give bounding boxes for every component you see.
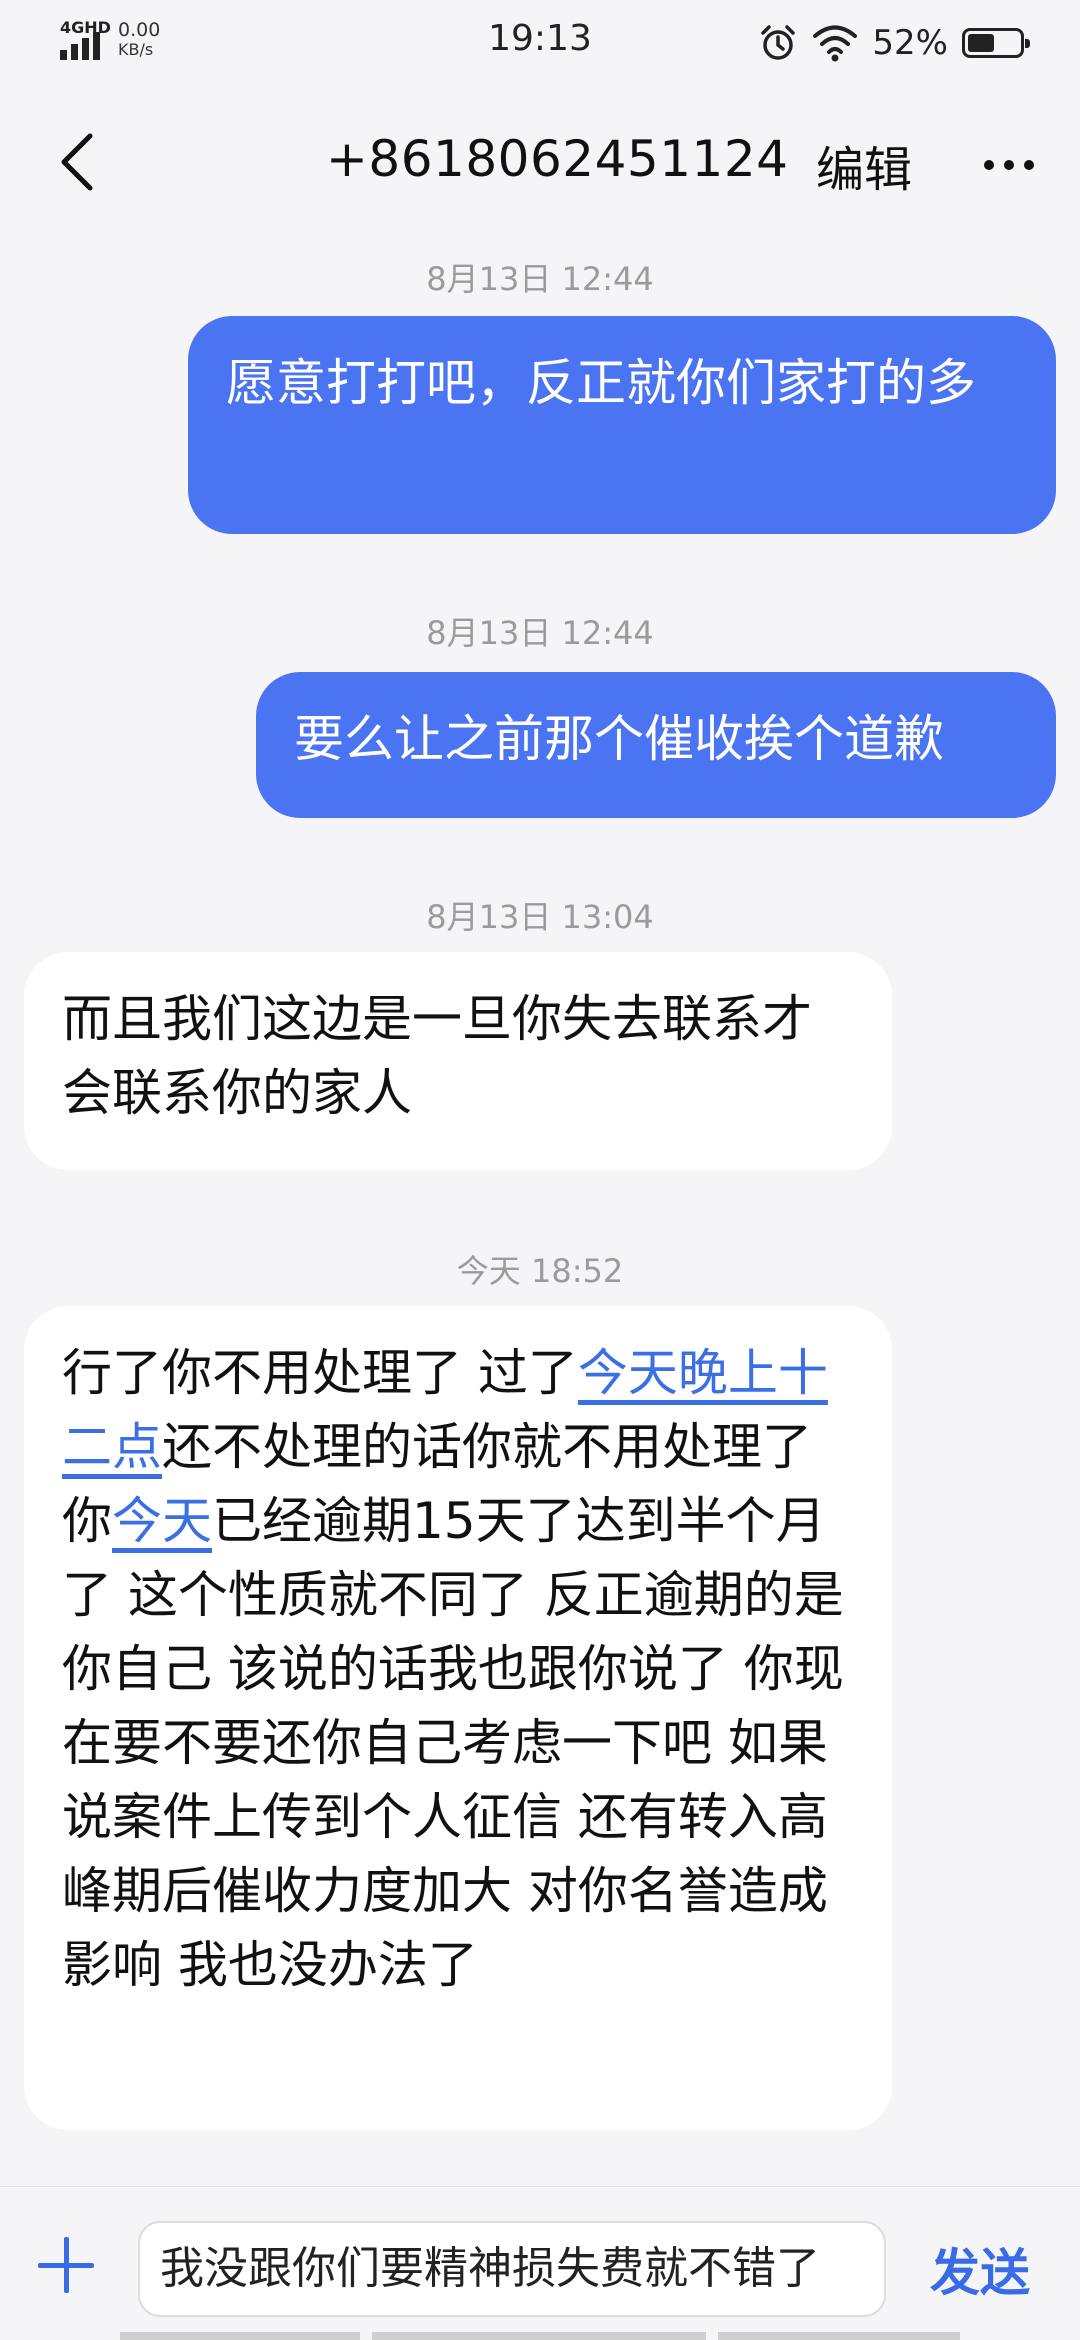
message-input[interactable]: 我没跟你们要精神损失费就不错了 [138, 2221, 886, 2317]
message-timestamp: 8月13日 12:44 [426, 260, 654, 298]
keyboard-edge [0, 2332, 1080, 2340]
incoming-message-bubble[interactable]: 而且我们这边是一旦你失去联系才会联系你的家人 [24, 952, 892, 1170]
more-dots-icon[interactable] [980, 148, 1040, 178]
battery-fill [968, 34, 994, 52]
battery-percent: 52% [872, 23, 948, 63]
message-timestamp: 8月13日 13:04 [426, 898, 654, 936]
status-right-group: 52% [758, 22, 1030, 64]
send-button[interactable]: 发送 [930, 2233, 1030, 2305]
message-list[interactable]: 8月13日 12:44 愿意打打吧，反正就你们家打的多 8月13日 12:44 … [0, 238, 1080, 2186]
keyboard-edge-segment [718, 2332, 960, 2340]
edit-button[interactable]: 编辑 [816, 130, 912, 200]
wifi-icon [813, 25, 858, 62]
chevron-left-icon[interactable] [50, 126, 110, 196]
message-text: 已经逾期15天了达到半个月了 这个性质就不同了 反正逾期的是你自己 该说的话我也… [62, 1492, 844, 1994]
outgoing-message-bubble[interactable]: 要么让之前那个催收挨个道歉 [256, 672, 1056, 818]
date-link[interactable]: 今天 [112, 1492, 212, 1550]
outgoing-message-bubble[interactable]: 愿意打打吧，反正就你们家打的多 [188, 316, 1056, 534]
more-dot [984, 160, 994, 170]
incoming-message-bubble[interactable]: 行了你不用处理了 过了今天晚上十二点还不处理的话你就不用处理了 你今天已经逾期1… [24, 1306, 892, 2130]
keyboard-edge-segment [372, 2332, 706, 2340]
battery-nub [1025, 39, 1030, 48]
compose-bar: 我没跟你们要精神损失费就不错了 发送 [0, 2186, 1080, 2340]
message-timestamp: 今天 18:52 [456, 1252, 624, 1290]
plus-icon[interactable] [38, 2235, 98, 2295]
contact-number-title: +8618062451124 [326, 130, 789, 188]
sms-conversation-screen: 4GHD 0.00 KB/s 19:13 52% +8618062451124 … [0, 0, 1080, 2340]
status-bar: 4GHD 0.00 KB/s 19:13 52% [0, 0, 1080, 90]
battery-icon [962, 28, 1030, 58]
message-timestamp: 8月13日 12:44 [426, 614, 654, 652]
more-dot [1024, 160, 1034, 170]
alarm-icon [761, 25, 796, 60]
more-dot [1004, 160, 1014, 170]
keyboard-edge-segment [120, 2332, 360, 2340]
conversation-header: +8618062451124 编辑 [0, 90, 1080, 238]
message-text: 行了你不用处理了 过了 [62, 1344, 578, 1402]
